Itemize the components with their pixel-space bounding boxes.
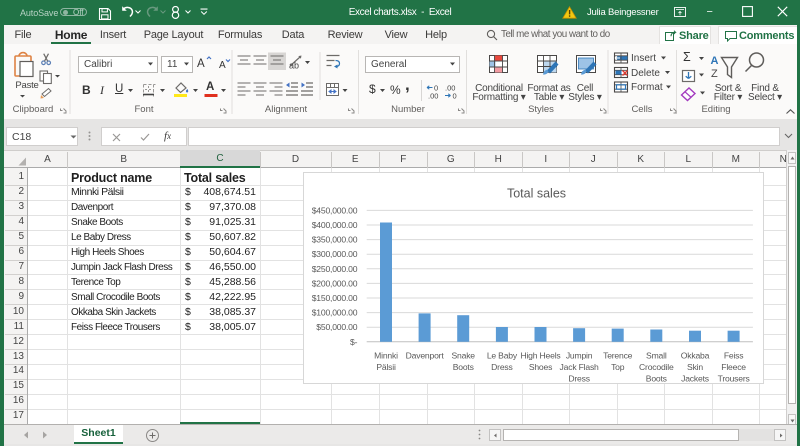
svg-text:Terence: Terence [603,351,633,361]
svg-text:$450,000.00: $450,000.00 [312,205,358,215]
svg-text:Fleece: Fleece [721,362,746,372]
svg-text:$300,000.00: $300,000.00 [312,249,358,259]
svg-text:Jack Flash: Jack Flash [560,362,599,372]
svg-text:Feiss: Feiss [724,351,744,361]
svg-text:Crocodile: Crocodile [639,362,674,372]
svg-text:.00: .00 [428,92,438,101]
svg-text:Trousers: Trousers [718,374,750,383]
svg-text:$-: $- [350,337,358,347]
svg-text:Minnki: Minnki [374,351,398,361]
svg-text:Z: Z [711,68,718,80]
svg-text:Top: Top [611,362,625,372]
svg-text:ab: ab [289,61,299,71]
svg-text:$50,000.00: $50,000.00 [316,322,357,332]
svg-text:Skin: Skin [687,362,703,372]
svg-text:Pälsii: Pälsii [376,362,396,372]
svg-text:Boots: Boots [646,374,667,383]
svg-text:Snake: Snake [452,351,476,361]
svg-text:Davenport: Davenport [406,351,445,361]
svg-text:Dress: Dress [491,362,512,372]
svg-text:Le Baby: Le Baby [487,351,518,361]
svg-text:Jumpin: Jumpin [566,351,593,361]
svg-text:0: 0 [453,92,457,101]
svg-text:Okkaba: Okkaba [681,351,710,361]
svg-text:Shoes: Shoes [529,362,552,372]
svg-text:$150,000.00: $150,000.00 [312,293,358,303]
svg-text:$100,000.00: $100,000.00 [312,308,358,318]
svg-text:$250,000.00: $250,000.00 [312,264,358,274]
svg-text:Jackets: Jackets [681,374,709,383]
svg-text:$350,000.00: $350,000.00 [312,235,358,245]
svg-text:$200,000.00: $200,000.00 [312,278,358,288]
svg-text:Boots: Boots [453,362,474,372]
svg-text:Total sales: Total sales [507,187,566,201]
svg-text:High Heels: High Heels [520,351,560,361]
svg-text:$400,000.00: $400,000.00 [312,220,358,230]
svg-text:Small: Small [646,351,667,361]
svg-text:Dress: Dress [568,374,589,383]
svg-text:A: A [711,55,719,67]
